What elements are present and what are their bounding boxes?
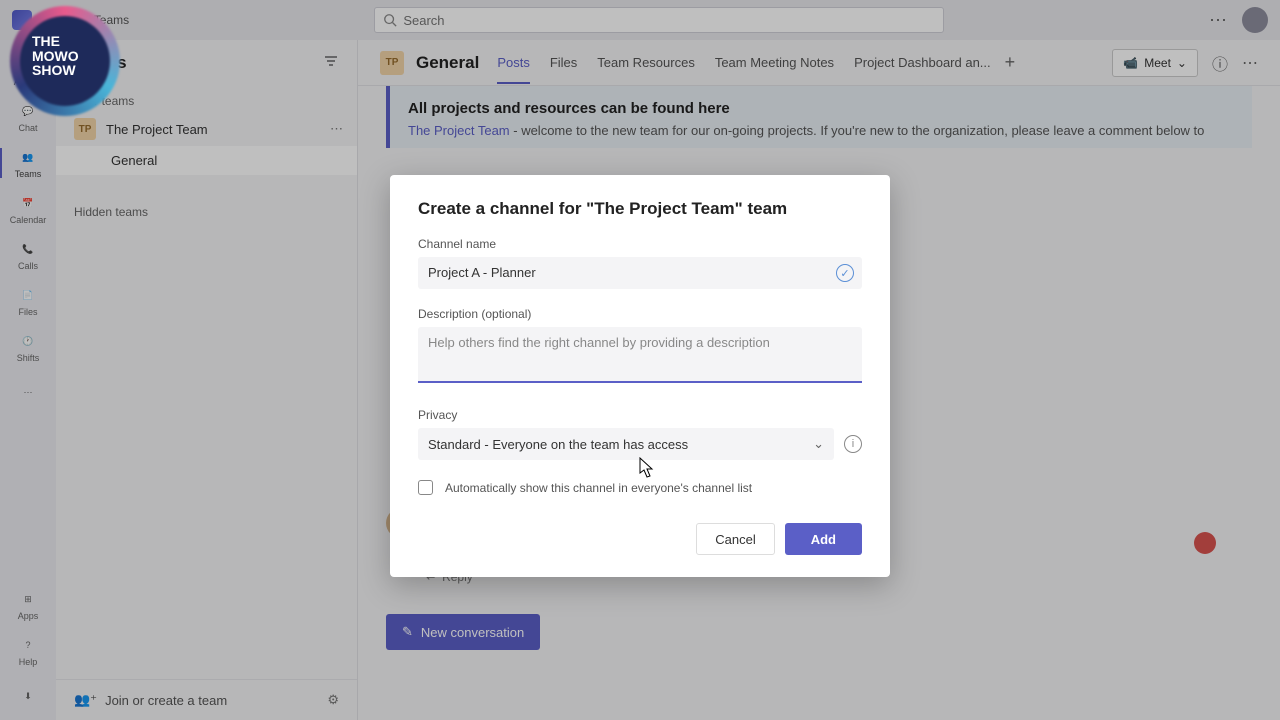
description-label: Description (optional) [418, 307, 862, 321]
mowo-logo: THE MOWO SHOW [10, 6, 120, 116]
channel-name-label: Channel name [418, 237, 862, 251]
channel-name-input[interactable] [418, 257, 862, 289]
cancel-button[interactable]: Cancel [696, 523, 774, 555]
auto-show-row[interactable]: Automatically show this channel in every… [418, 480, 862, 495]
cursor-icon [638, 457, 656, 479]
description-input[interactable] [418, 327, 862, 383]
checkmark-icon: ✓ [836, 264, 854, 282]
create-channel-dialog: Create a channel for "The Project Team" … [390, 175, 890, 577]
chevron-down-icon: ⌄ [813, 436, 824, 452]
privacy-info-icon[interactable]: i [844, 435, 862, 453]
auto-show-label: Automatically show this channel in every… [445, 481, 752, 495]
privacy-label: Privacy [418, 408, 862, 422]
privacy-select[interactable]: Standard - Everyone on the team has acce… [418, 428, 834, 460]
dialog-title: Create a channel for "The Project Team" … [418, 199, 862, 219]
add-button[interactable]: Add [785, 523, 862, 555]
auto-show-checkbox[interactable] [418, 480, 433, 495]
